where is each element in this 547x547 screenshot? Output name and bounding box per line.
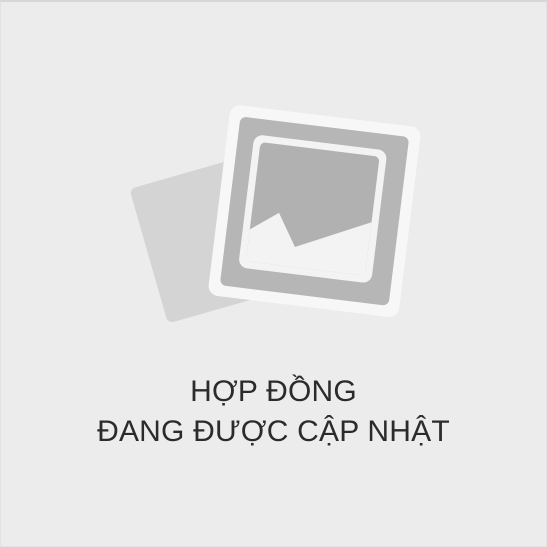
placeholder-message: HỢP ĐỒNG ĐANG ĐƯỢC CẬP NHẬT <box>1 372 546 452</box>
placeholder-frame: HỢP ĐỒNG ĐANG ĐƯỢC CẬP NHẬT <box>0 0 547 547</box>
message-line-1: HỢP ĐỒNG <box>190 375 357 408</box>
message-line-2: ĐANG ĐƯỢC CẬP NHẬT <box>97 415 450 448</box>
front-photo-card <box>208 105 421 317</box>
image-placeholder-icon <box>130 105 421 323</box>
